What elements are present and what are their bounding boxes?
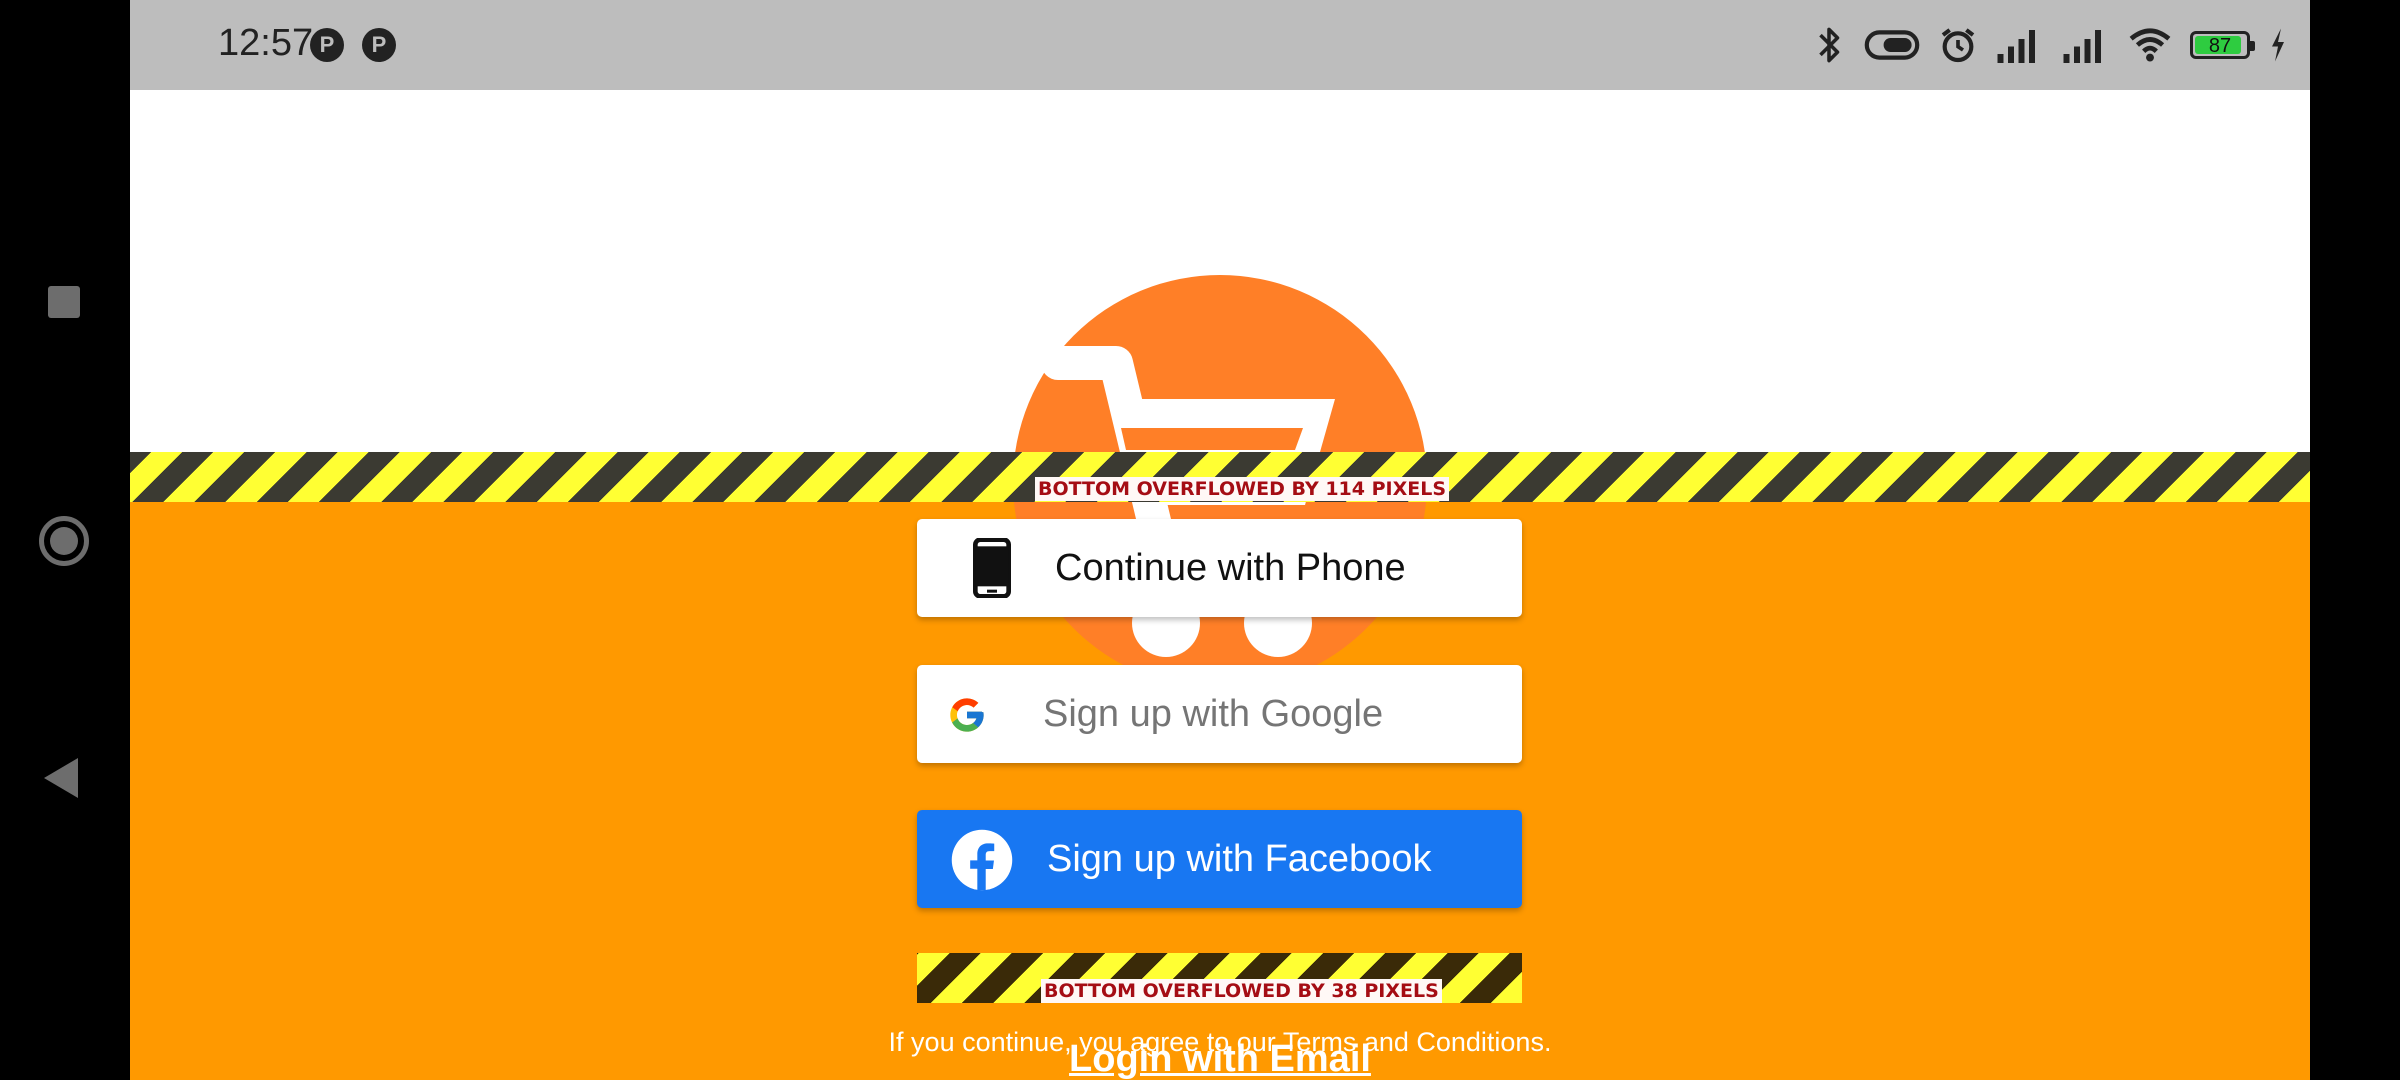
- charging-icon: [2272, 28, 2284, 62]
- status-bar: 12:57 P P 87: [130, 0, 2310, 90]
- battery-icon: 87: [2190, 31, 2255, 59]
- google-logo-icon: [947, 695, 987, 735]
- app-screen: 12:57 P P 87 BOTTOM OVERFLOWED BY 114 PI…: [130, 0, 2310, 1080]
- sign-up-with-facebook-button[interactable]: Sign up with Facebook: [917, 810, 1522, 908]
- sign-up-with-google-button[interactable]: Sign up with Google: [917, 665, 1522, 763]
- home-icon[interactable]: [39, 516, 89, 566]
- screen-edge: [2310, 0, 2400, 1080]
- signal-icon: [1997, 30, 2035, 63]
- overflow-warning-label: BOTTOM OVERFLOWED BY 38 PIXELS: [1041, 979, 1442, 1003]
- wifi-icon: [2129, 28, 2171, 62]
- battery-level: 87: [2208, 35, 2232, 57]
- terms-and-conditions-text: If you continue, you agree to our Terms …: [888, 1027, 1552, 1057]
- navigation-bar: [0, 0, 130, 1080]
- facebook-button-label: Sign up with Facebook: [1047, 837, 1432, 880]
- facebook-logo-icon: [949, 827, 1015, 893]
- signal-icon: [2063, 30, 2101, 63]
- app-notification-icon: P: [310, 28, 344, 62]
- recents-icon[interactable]: [48, 286, 80, 318]
- toggle-icon: [1864, 30, 1920, 60]
- app-notification-icon: P: [362, 28, 396, 62]
- phone-button-label: Continue with Phone: [1055, 546, 1406, 589]
- status-time: 12:57: [218, 22, 314, 64]
- overflow-warning-label: BOTTOM OVERFLOWED BY 114 PIXELS: [1035, 477, 1450, 501]
- smartphone-icon: [969, 538, 1015, 598]
- bluetooth-icon: [1819, 27, 1840, 63]
- status-system-icons: 87: [1812, 22, 2288, 68]
- back-icon[interactable]: [44, 758, 78, 798]
- google-button-label: Sign up with Google: [1043, 692, 1384, 735]
- alarm-icon: [1941, 28, 1975, 63]
- device-screen: 12:57 P P 87 BOTTOM OVERFLOWED BY 114 PI…: [0, 0, 2400, 1080]
- continue-with-phone-button[interactable]: Continue with Phone: [917, 519, 1522, 617]
